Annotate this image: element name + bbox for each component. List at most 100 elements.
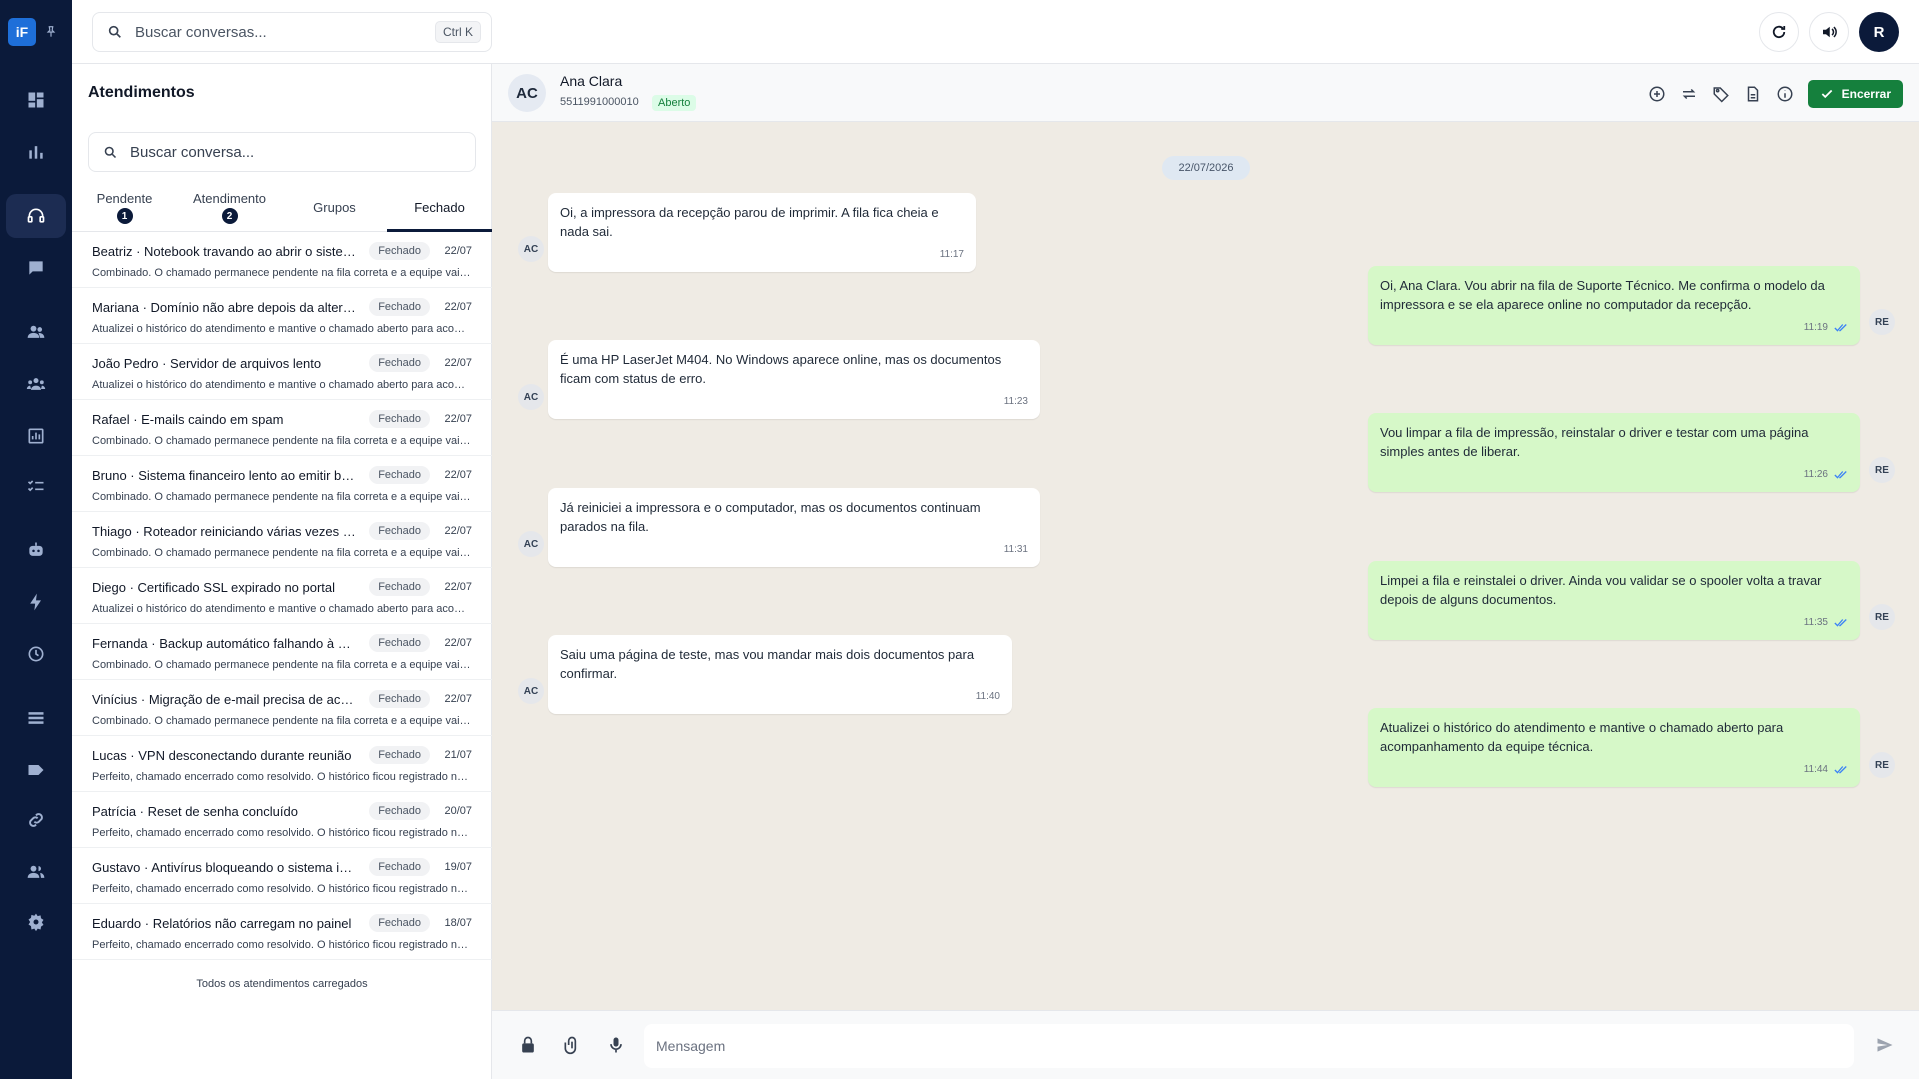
incoming-message: É uma HP LaserJet M404. No Windows apare… bbox=[548, 340, 1040, 419]
conversation-preview: Combinado. O chamado permanece pendente … bbox=[92, 547, 472, 559]
conversation-date: 18/07 bbox=[444, 917, 472, 929]
conversation-date: 19/07 bbox=[444, 861, 472, 873]
info-icon[interactable] bbox=[1776, 85, 1794, 103]
settings-icon bbox=[26, 912, 46, 932]
message-time: 11:44 bbox=[1803, 764, 1828, 775]
tab-fechado[interactable]: Fechado bbox=[387, 184, 492, 232]
message-text: Atualizei o histórico do atendimento e m… bbox=[1380, 720, 1784, 754]
status-badge: Fechado bbox=[369, 634, 430, 652]
list-item[interactable]: Mariana · Domínio não abre depois da alt… bbox=[72, 288, 492, 344]
list-item[interactable]: Lucas · VPN desconectando durante reuniã… bbox=[72, 736, 492, 792]
rail-tasks[interactable] bbox=[6, 464, 66, 508]
top-bar: Buscar conversas... Ctrl K R bbox=[72, 0, 1919, 64]
tab-label: Atendimento bbox=[193, 191, 266, 206]
message-text: Oi, a impressora da recepção parou de im… bbox=[560, 205, 939, 239]
transfer-icon[interactable] bbox=[1680, 85, 1698, 103]
rail-settings[interactable] bbox=[6, 900, 66, 944]
message-time: 11:26 bbox=[1803, 469, 1828, 480]
message-avatar: RE bbox=[1869, 604, 1895, 630]
lock-icon[interactable] bbox=[518, 1035, 538, 1055]
date-divider: 22/07/2026 bbox=[1162, 156, 1250, 180]
rail-contacts[interactable] bbox=[6, 310, 66, 354]
tab-atendimento[interactable]: Atendimento 2 bbox=[177, 184, 282, 231]
global-search[interactable]: Buscar conversas... Ctrl K bbox=[92, 12, 492, 52]
message-composer: Mensagem bbox=[492, 1010, 1919, 1079]
rail-team[interactable] bbox=[6, 362, 66, 406]
list-item[interactable]: Patrícia · Reset de senha concluído Fecha… bbox=[72, 792, 492, 848]
conversation-preview: Combinado. O chamado permanece pendente … bbox=[92, 267, 472, 279]
list-item[interactable]: Gustavo · Antivírus bloqueando o sistema… bbox=[72, 848, 492, 904]
send-icon[interactable] bbox=[1875, 1035, 1895, 1055]
rail-reports[interactable] bbox=[6, 414, 66, 458]
add-circle-icon[interactable] bbox=[1648, 85, 1666, 103]
check-icon bbox=[1820, 87, 1834, 101]
conversation-title: Beatriz · Notebook travando ao abrir o s… bbox=[92, 243, 358, 259]
conversation-date: 22/07 bbox=[444, 301, 472, 313]
incoming-message: Já reiniciei a impressora e o computador… bbox=[548, 488, 1040, 567]
list-item[interactable]: João Pedro · Servidor de arquivos lento F… bbox=[72, 344, 492, 400]
chat-area: AC Ana Clara 5511991000010 Aberto Encerr… bbox=[492, 64, 1919, 1079]
list-item[interactable]: Fernanda · Backup automático falhando à … bbox=[72, 624, 492, 680]
message-text: Saiu uma página de teste, mas vou mandar… bbox=[560, 647, 975, 681]
conversation-title: Gustavo · Antivírus bloqueando o sistema… bbox=[92, 859, 358, 875]
list-item[interactable]: Thiago · Roteador reiniciando várias vez… bbox=[72, 512, 492, 568]
tab-grupos[interactable]: Grupos bbox=[282, 184, 387, 231]
conversation-search[interactable]: Buscar conversa... bbox=[88, 132, 476, 172]
rail-integrations[interactable] bbox=[6, 798, 66, 842]
rail-dashboard[interactable] bbox=[6, 78, 66, 122]
list-item[interactable]: Rafael · E-mails caindo em spam Fechado 22… bbox=[72, 400, 492, 456]
list-item[interactable]: Diego · Certificado SSL expirado no port… bbox=[72, 568, 492, 624]
user-avatar[interactable]: R bbox=[1859, 12, 1899, 52]
conversation-title: Eduardo · Relatórios não carregam no pai… bbox=[92, 915, 352, 931]
conversation-title: Vinícius · Migração de e-mail precisa de… bbox=[92, 691, 357, 707]
count-badge: 2 bbox=[221, 208, 238, 224]
rail-analytics[interactable] bbox=[6, 130, 66, 174]
attach-icon[interactable] bbox=[562, 1035, 582, 1055]
conversation-preview: Combinado. O chamado permanece pendente … bbox=[92, 435, 472, 447]
rail-users[interactable] bbox=[6, 850, 66, 894]
list-item[interactable]: Beatriz · Notebook travando ao abrir o s… bbox=[72, 232, 492, 288]
list-item[interactable]: Eduardo · Relatórios não carregam no pai… bbox=[72, 904, 492, 960]
tab-label: Pendente bbox=[96, 191, 153, 206]
users-icon bbox=[26, 862, 46, 882]
read-check-icon bbox=[1834, 618, 1848, 628]
document-icon[interactable] bbox=[1744, 85, 1762, 103]
list-item[interactable]: Vinícius · Migração de e-mail precisa de… bbox=[72, 680, 492, 736]
rail-chat[interactable] bbox=[6, 246, 66, 290]
status-badge: Fechado bbox=[369, 466, 430, 484]
rail-tags[interactable] bbox=[6, 748, 66, 792]
conversation-preview: Perfeito, chamado encerrado como resolvi… bbox=[92, 939, 472, 951]
rail-atendimentos[interactable] bbox=[6, 194, 66, 238]
contact-avatar[interactable]: AC bbox=[508, 74, 546, 112]
conversation-preview: Perfeito, chamado encerrado como resolvi… bbox=[92, 771, 472, 783]
conversation-preview: Atualizei o histórico do atendimento e m… bbox=[92, 323, 472, 335]
conversation-date: 22/07 bbox=[444, 637, 472, 649]
tag-icon[interactable] bbox=[1712, 85, 1730, 103]
chat-header: AC Ana Clara 5511991000010 Aberto Encerr… bbox=[492, 64, 1919, 122]
list-title: Atendimentos bbox=[88, 84, 195, 101]
refresh-icon bbox=[1770, 23, 1788, 41]
rail-automations[interactable] bbox=[6, 580, 66, 624]
message-time: 11:19 bbox=[1803, 322, 1828, 333]
bolt-icon bbox=[26, 592, 46, 612]
read-check-icon bbox=[1834, 765, 1848, 775]
app-logo[interactable]: iF bbox=[8, 18, 36, 46]
microphone-icon[interactable] bbox=[606, 1035, 626, 1055]
list-item[interactable]: Bruno · Sistema financeiro lento ao emit… bbox=[72, 456, 492, 512]
list-icon bbox=[26, 708, 46, 728]
refresh-button[interactable] bbox=[1759, 12, 1799, 52]
rail-queues[interactable] bbox=[6, 696, 66, 740]
message-input[interactable]: Mensagem bbox=[644, 1024, 1854, 1068]
message-text: Oi, Ana Clara. Vou abrir na fila de Supo… bbox=[1380, 278, 1825, 312]
tab-pendente[interactable]: Pendente 1 bbox=[72, 184, 177, 231]
conversation-title: João Pedro · Servidor de arquivos lento bbox=[92, 355, 322, 371]
rail-bots[interactable] bbox=[6, 528, 66, 572]
message-avatar: RE bbox=[1869, 457, 1895, 483]
rail-history[interactable] bbox=[6, 632, 66, 676]
volume-icon bbox=[1820, 23, 1838, 41]
nav-rail: iF bbox=[0, 0, 72, 1079]
message-time: 11:23 bbox=[1003, 396, 1028, 407]
pin-icon[interactable] bbox=[44, 25, 58, 39]
close-ticket-button[interactable]: Encerrar bbox=[1807, 80, 1903, 108]
sound-button[interactable] bbox=[1809, 12, 1849, 52]
